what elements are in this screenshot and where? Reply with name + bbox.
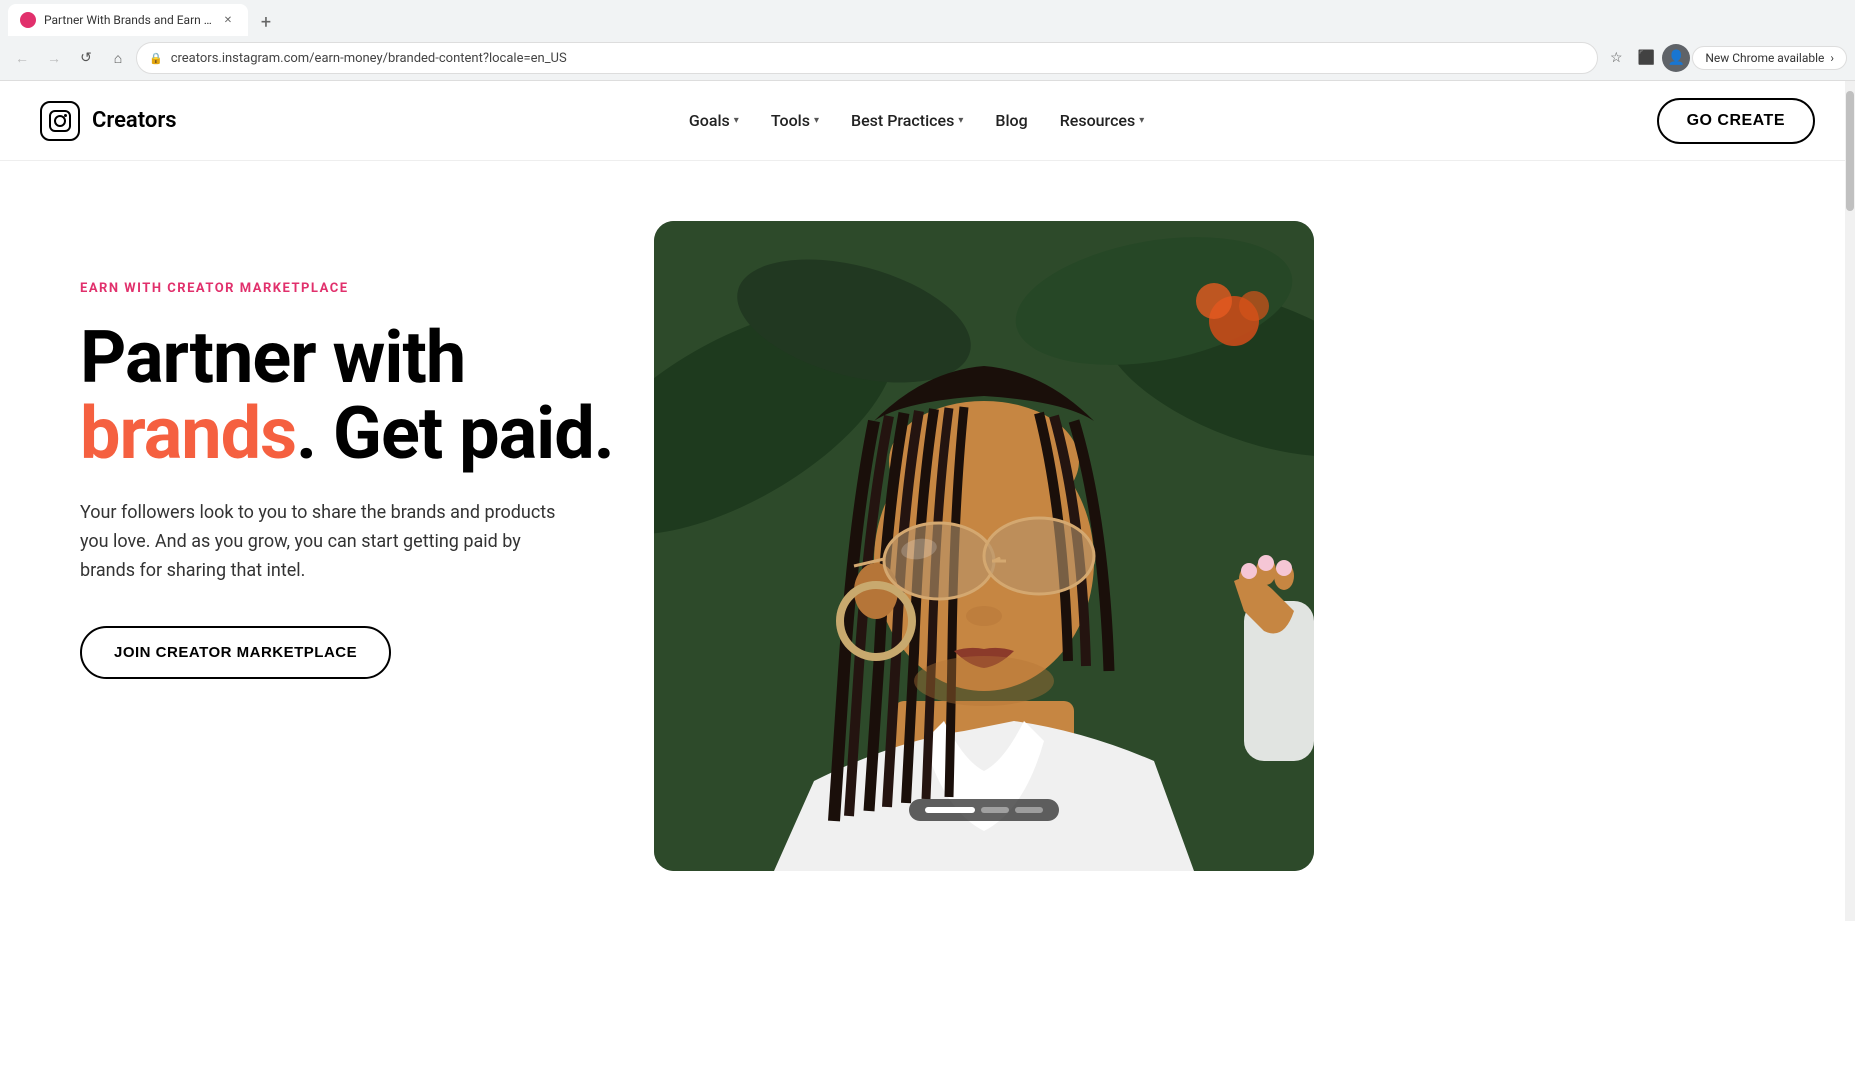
browser-toolbar: ← → ↺ ⌂ 🔒 creators.instagram.com/earn-mo… bbox=[0, 36, 1855, 80]
home-button[interactable]: ⌂ bbox=[104, 44, 132, 72]
bookmark-button[interactable]: ☆ bbox=[1602, 44, 1630, 72]
nav-best-practices-label: Best Practices bbox=[851, 111, 954, 130]
slide-indicators bbox=[909, 799, 1059, 821]
go-create-button[interactable]: GO CREATE bbox=[1657, 98, 1815, 144]
active-tab[interactable]: Partner With Brands and Earn ... ✕ bbox=[8, 4, 248, 36]
tab-favicon bbox=[20, 12, 36, 28]
nav-goals-label: Goals bbox=[689, 111, 730, 130]
tab-title: Partner With Brands and Earn ... bbox=[44, 13, 212, 27]
back-button[interactable]: ← bbox=[8, 44, 36, 72]
hero-section: EARN WITH CREATOR MARKETPLACE Partner wi… bbox=[0, 161, 1855, 921]
lock-icon: 🔒 bbox=[149, 52, 163, 65]
new-chrome-chevron: › bbox=[1830, 51, 1834, 65]
nav-blog-label: Blog bbox=[995, 111, 1027, 130]
hero-title-line1: Partner with bbox=[80, 315, 465, 400]
nav-tools[interactable]: Tools ▾ bbox=[759, 103, 831, 138]
join-creator-marketplace-button[interactable]: JOIN CREATOR MARKETPLACE bbox=[80, 626, 391, 679]
address-text: creators.instagram.com/earn-money/brande… bbox=[171, 51, 1586, 66]
browser-chrome: Partner With Brands and Earn ... ✕ + ← →… bbox=[0, 0, 1855, 81]
resources-chevron-icon: ▾ bbox=[1139, 115, 1144, 126]
best-practices-chevron-icon: ▾ bbox=[958, 115, 963, 126]
hero-title-suffix: . Get paid. bbox=[296, 391, 614, 476]
cast-button[interactable]: ⬛ bbox=[1632, 44, 1660, 72]
profile-button[interactable]: 👤 bbox=[1662, 44, 1690, 72]
nav-blog[interactable]: Blog bbox=[983, 103, 1039, 138]
site-nav: Creators Goals ▾ Tools ▾ Best Practices … bbox=[0, 81, 1855, 161]
website-content: Creators Goals ▾ Tools ▾ Best Practices … bbox=[0, 81, 1855, 921]
nav-best-practices[interactable]: Best Practices ▾ bbox=[839, 103, 975, 138]
scrollbar-thumb[interactable] bbox=[1846, 91, 1854, 211]
hero-eyebrow: EARN WITH CREATOR MARKETPLACE bbox=[80, 281, 614, 296]
slide-dot-3 bbox=[1015, 807, 1043, 813]
tab-bar: Partner With Brands and Earn ... ✕ + bbox=[0, 0, 1855, 36]
goals-chevron-icon: ▾ bbox=[734, 115, 739, 126]
hero-title: Partner with brands. Get paid. bbox=[80, 320, 614, 471]
profile-icon: 👤 bbox=[1662, 44, 1690, 72]
nav-logo[interactable]: Creators bbox=[40, 101, 177, 141]
hero-title-highlight: brands bbox=[80, 391, 296, 476]
nav-resources-label: Resources bbox=[1060, 111, 1136, 130]
browser-actions: ☆ ⬛ 👤 New Chrome available › bbox=[1602, 44, 1847, 72]
forward-button[interactable]: → bbox=[40, 44, 68, 72]
nav-tools-label: Tools bbox=[771, 111, 810, 130]
hero-image bbox=[654, 221, 1314, 871]
hero-illustration bbox=[654, 221, 1314, 871]
nav-resources[interactable]: Resources ▾ bbox=[1048, 103, 1157, 138]
nav-links: Goals ▾ Tools ▾ Best Practices ▾ Blog Re… bbox=[677, 103, 1156, 138]
tab-close-button[interactable]: ✕ bbox=[220, 12, 236, 28]
new-chrome-badge[interactable]: New Chrome available › bbox=[1692, 46, 1847, 70]
tools-chevron-icon: ▾ bbox=[814, 115, 819, 126]
address-bar[interactable]: 🔒 creators.instagram.com/earn-money/bran… bbox=[136, 42, 1598, 74]
new-chrome-text: New Chrome available bbox=[1705, 51, 1824, 65]
instagram-logo-icon bbox=[40, 101, 80, 141]
hero-description: Your followers look to you to share the … bbox=[80, 499, 560, 585]
nav-goals[interactable]: Goals ▾ bbox=[677, 103, 751, 138]
hero-left-content: EARN WITH CREATOR MARKETPLACE Partner wi… bbox=[80, 221, 614, 679]
browser-scrollbar[interactable] bbox=[1845, 81, 1855, 921]
slide-dot-1 bbox=[925, 807, 975, 813]
slide-dot-2 bbox=[981, 807, 1009, 813]
refresh-button[interactable]: ↺ bbox=[72, 44, 100, 72]
new-tab-button[interactable]: + bbox=[252, 8, 280, 36]
nav-logo-text: Creators bbox=[92, 108, 177, 133]
